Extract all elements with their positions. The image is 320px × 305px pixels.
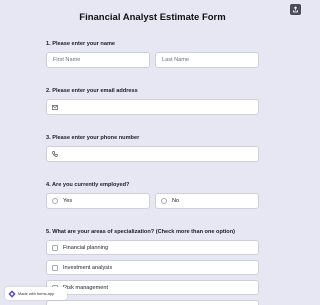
first-name-placeholder: First Name	[53, 57, 81, 63]
option-no-label: No	[172, 198, 180, 204]
last-name-placeholder: Last Name	[162, 57, 190, 63]
radio-yes[interactable]	[52, 198, 58, 204]
option-financial-planning[interactable]: Financial planning	[46, 240, 259, 255]
checkbox-investment-analysis[interactable]	[52, 264, 58, 271]
form-title: Financial Analyst Estimate Form	[79, 12, 226, 23]
phone-input[interactable]	[46, 146, 259, 162]
question-name-label: 1. Please enter your name	[46, 41, 116, 47]
radio-no[interactable]	[161, 198, 167, 204]
envelope-icon	[52, 104, 58, 110]
option-investment-analysis[interactable]: Investment analysis	[46, 260, 259, 275]
employed-option-yes[interactable]: Yes	[46, 193, 150, 209]
forms-app-logo-icon	[8, 289, 16, 298]
share-button[interactable]	[290, 4, 301, 15]
question-phone-label: 3. Please enter your phone number	[46, 135, 140, 141]
question-employed-label: 4. Are you currently employed?	[46, 182, 130, 188]
question-email-label: 2. Please enter your email address	[46, 88, 138, 94]
employed-option-no[interactable]: No	[155, 193, 259, 209]
share-icon	[292, 6, 299, 13]
option-next-partial[interactable]	[46, 300, 259, 305]
option-investment-analysis-label: Investment analysis	[63, 264, 113, 271]
made-with-badge[interactable]: Made with forms.app	[5, 287, 67, 300]
badge-text: Made with forms.app	[18, 291, 55, 296]
option-financial-planning-label: Financial planning	[63, 244, 109, 251]
option-risk-management-label: Risk management	[63, 284, 109, 291]
phone-icon	[52, 151, 58, 157]
first-name-input[interactable]: First Name	[46, 52, 150, 68]
option-yes-label: Yes	[63, 198, 73, 204]
email-input[interactable]	[46, 99, 259, 115]
last-name-input[interactable]: Last Name	[155, 52, 259, 68]
option-risk-management[interactable]: Risk management	[46, 280, 259, 295]
question-specialization-label: 5. What are your areas of specialization…	[46, 229, 235, 235]
checkbox-financial-planning[interactable]	[52, 244, 58, 251]
